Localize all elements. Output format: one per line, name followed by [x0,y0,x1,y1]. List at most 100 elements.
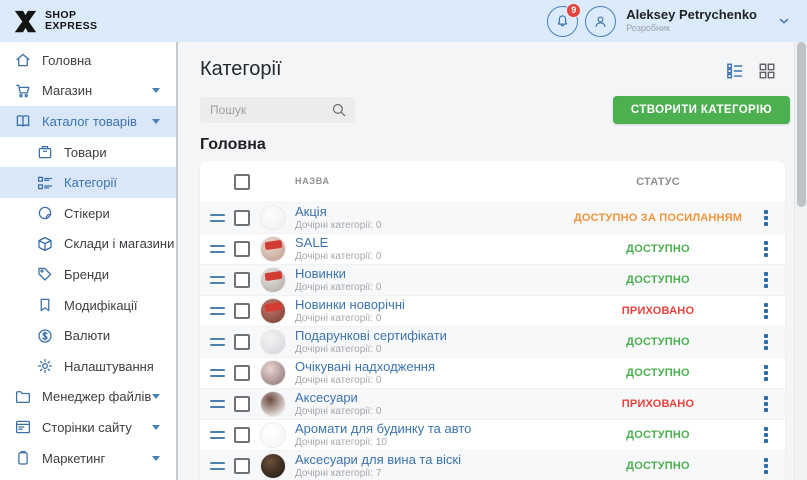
person-icon [592,13,609,30]
sidebar-item-label: Модифікації [64,298,176,313]
row-checkbox[interactable] [234,241,250,257]
app-root: SHOP EXPRESS 9 [0,0,807,480]
category-name-link[interactable]: Очікувані надходження [295,360,563,375]
sidebar-nav: ГоловнаМагазинКаталог товарівТовариКатег… [0,45,176,473]
drag-handle[interactable] [210,276,226,284]
sidebar-item-files[interactable]: Менеджер файлів [0,382,176,413]
currency-icon [36,327,54,345]
drag-handle[interactable] [210,245,226,253]
category-name-link[interactable]: Акція [295,205,563,220]
status-label: ДОСТУПНО [563,367,753,379]
category-name-link[interactable]: Новинки [295,267,563,282]
row-checkbox[interactable] [234,365,250,381]
category-thumbnail [260,391,286,417]
status-label: ДОСТУПНО [563,336,753,348]
thumbnail-label-badge [265,240,283,250]
column-header-status: СТАТУС [563,176,753,188]
sidebar-item-marketing[interactable]: Маркетинг [0,443,176,474]
child-categories-count: Дочірні категорії: 0 [295,406,563,418]
search-box [200,97,355,123]
page-title: Категорії [200,58,282,81]
scrollbar-thumb[interactable] [797,42,806,207]
sidebar-item-brands[interactable]: Бренди [0,259,176,290]
drag-handle[interactable] [210,431,226,439]
drag-handle[interactable] [210,462,226,470]
child-categories-count: Дочірні категорії: 7 [295,468,563,480]
drag-handle[interactable] [210,369,226,377]
category-thumbnail [260,205,286,231]
table-body: АкціяДочірні категорії: 0ДОСТУПНО ЗА ПОС… [200,202,785,480]
marketing-icon [14,449,32,467]
row-menu-button[interactable] [753,334,779,350]
child-categories-count: Дочірні категорії: 0 [295,251,563,263]
stickers-icon [36,204,54,222]
sidebar-item-modifications[interactable]: Модифікації [0,290,176,321]
row-menu-button[interactable] [753,210,779,226]
category-thumbnail [260,329,286,355]
files-icon [14,388,32,406]
user-role: Розробник [626,23,757,33]
sidebar-item-stickers[interactable]: Стікери [0,198,176,229]
drag-handle[interactable] [210,338,226,346]
sidebar-item-warehouse[interactable]: Склади і магазини [0,229,176,260]
category-name-link[interactable]: Аксесуари [295,391,563,406]
sidebar-item-catalog[interactable]: Каталог товарів [0,106,176,137]
toolbar: СТВОРИТИ КАТЕГОРІЮ [200,96,790,124]
drag-handle[interactable] [210,400,226,408]
category-name-link[interactable]: Аромати для будинку та авто [295,422,563,437]
row-menu-button[interactable] [753,241,779,257]
sidebar-item-label: Сторінки сайту [42,420,152,435]
header-right: 9 Aleksey Petrychenko Розробник [540,6,791,37]
main-head: Категорії [200,58,790,81]
shop-express-x-icon [12,8,39,35]
row-menu-button[interactable] [753,272,779,288]
category-name-link[interactable]: Новинки новорічні [295,298,563,313]
row-menu-button[interactable] [753,303,779,319]
child-categories-count: Дочірні категорії: 10 [295,437,563,449]
row-menu-button[interactable] [753,427,779,443]
notifications-button[interactable]: 9 [547,6,578,37]
row-checkbox[interactable] [234,427,250,443]
row-checkbox[interactable] [234,210,250,226]
user-menu-chevron-icon[interactable] [777,14,791,28]
status-label: ДОСТУПНО [563,429,753,441]
drag-handle[interactable] [210,307,226,315]
status-label: ДОСТУПНО [563,460,753,472]
category-name-link[interactable]: Подарункові сертифікати [295,329,563,344]
row-menu-button[interactable] [753,365,779,381]
sidebar-item-settings[interactable]: Налаштування [0,351,176,382]
sidebar-item-home[interactable]: Головна [0,45,176,76]
row-menu-button[interactable] [753,458,779,474]
sidebar-item-products[interactable]: Товари [0,137,176,168]
chevron-down-icon [152,394,160,399]
notification-badge: 9 [566,3,581,18]
sidebar-item-label: Валюти [64,328,176,343]
chevron-down-icon [152,425,160,430]
page-scrollbar[interactable] [794,42,807,480]
sidebar-item-cart[interactable]: Магазин [0,76,176,107]
category-thumbnail [260,360,286,386]
user-avatar[interactable] [585,6,616,37]
sidebar-item-currency[interactable]: Валюти [0,320,176,351]
row-checkbox[interactable] [234,334,250,350]
row-checkbox[interactable] [234,303,250,319]
section-title: Головна [200,136,790,154]
table-row: Аромати для будинку та автоДочірні катег… [200,419,785,450]
row-checkbox[interactable] [234,458,250,474]
drag-handle[interactable] [210,214,226,222]
category-name-link[interactable]: SALE [295,236,563,251]
list-view-icon[interactable] [726,62,744,80]
row-checkbox[interactable] [234,272,250,288]
select-all-checkbox[interactable] [234,174,250,190]
top-header: SHOP EXPRESS 9 [0,0,807,42]
category-thumbnail [260,453,286,479]
sidebar-item-categories[interactable]: Категорії [0,167,176,198]
row-menu-button[interactable] [753,396,779,412]
row-checkbox[interactable] [234,396,250,412]
grid-view-icon[interactable] [758,62,776,80]
sidebar-item-pages[interactable]: Сторінки сайту [0,412,176,443]
sidebar: ГоловнаМагазинКаталог товарівТовариКатег… [0,42,178,480]
create-category-button[interactable]: СТВОРИТИ КАТЕГОРІЮ [613,96,790,124]
user-info: Aleksey Petrychenko Розробник [626,8,757,33]
category-name-link[interactable]: Аксесуари для вина та віскі [295,453,563,468]
